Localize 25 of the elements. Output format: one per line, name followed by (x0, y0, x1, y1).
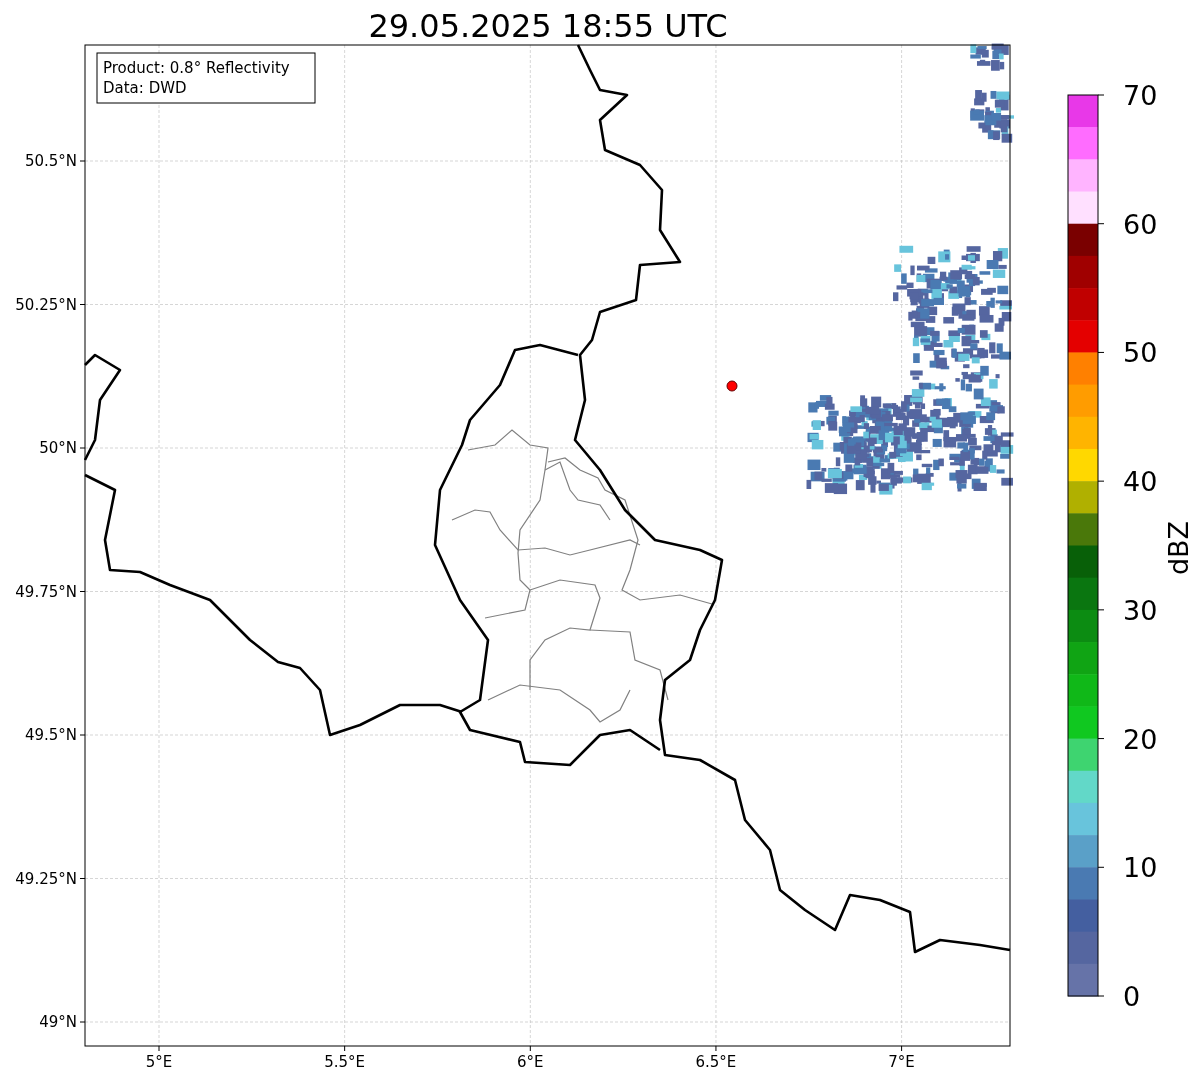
longitude-label: 5°E (145, 1053, 173, 1071)
longitude-label: 5.5°E (324, 1053, 366, 1071)
longitude-label: 6.5°E (695, 1053, 737, 1071)
chart-title: 29.05.2025 18:55 UTC (368, 7, 728, 45)
colorbar-label: dBZ (1163, 520, 1194, 576)
colorbar-tick-label: 40 (1123, 466, 1158, 498)
longitude-label: 6°E (517, 1053, 544, 1071)
colorbar-tick-label: 20 (1123, 723, 1158, 755)
latitude-label: 49.75°N (15, 582, 77, 601)
colorbar-tick-label: 60 (1123, 208, 1158, 240)
colorbar-tick-label: 0 (1123, 981, 1141, 1012)
colorbar-tick-label: 30 (1123, 594, 1158, 626)
radar-site-marker (726, 380, 738, 392)
legend-text: Product: 0.8° Reflectivity (103, 59, 290, 77)
colorbar-tick-label: 70 (1123, 80, 1158, 111)
colorbar-tick-label: 10 (1123, 852, 1158, 884)
legend-text: Data: DWD (103, 79, 187, 97)
latitude-label: 49.5°N (24, 726, 77, 744)
latitude-label: 50.25°N (15, 295, 77, 314)
latitude-label: 49°N (39, 1013, 77, 1031)
longitude-label: 7°E (888, 1053, 915, 1071)
colorbar-tick-label: 50 (1123, 337, 1158, 369)
latitude-label: 50°N (39, 439, 77, 457)
latitude-label: 49.25°N (15, 869, 77, 888)
latitude-label: 50.5°N (24, 152, 77, 170)
